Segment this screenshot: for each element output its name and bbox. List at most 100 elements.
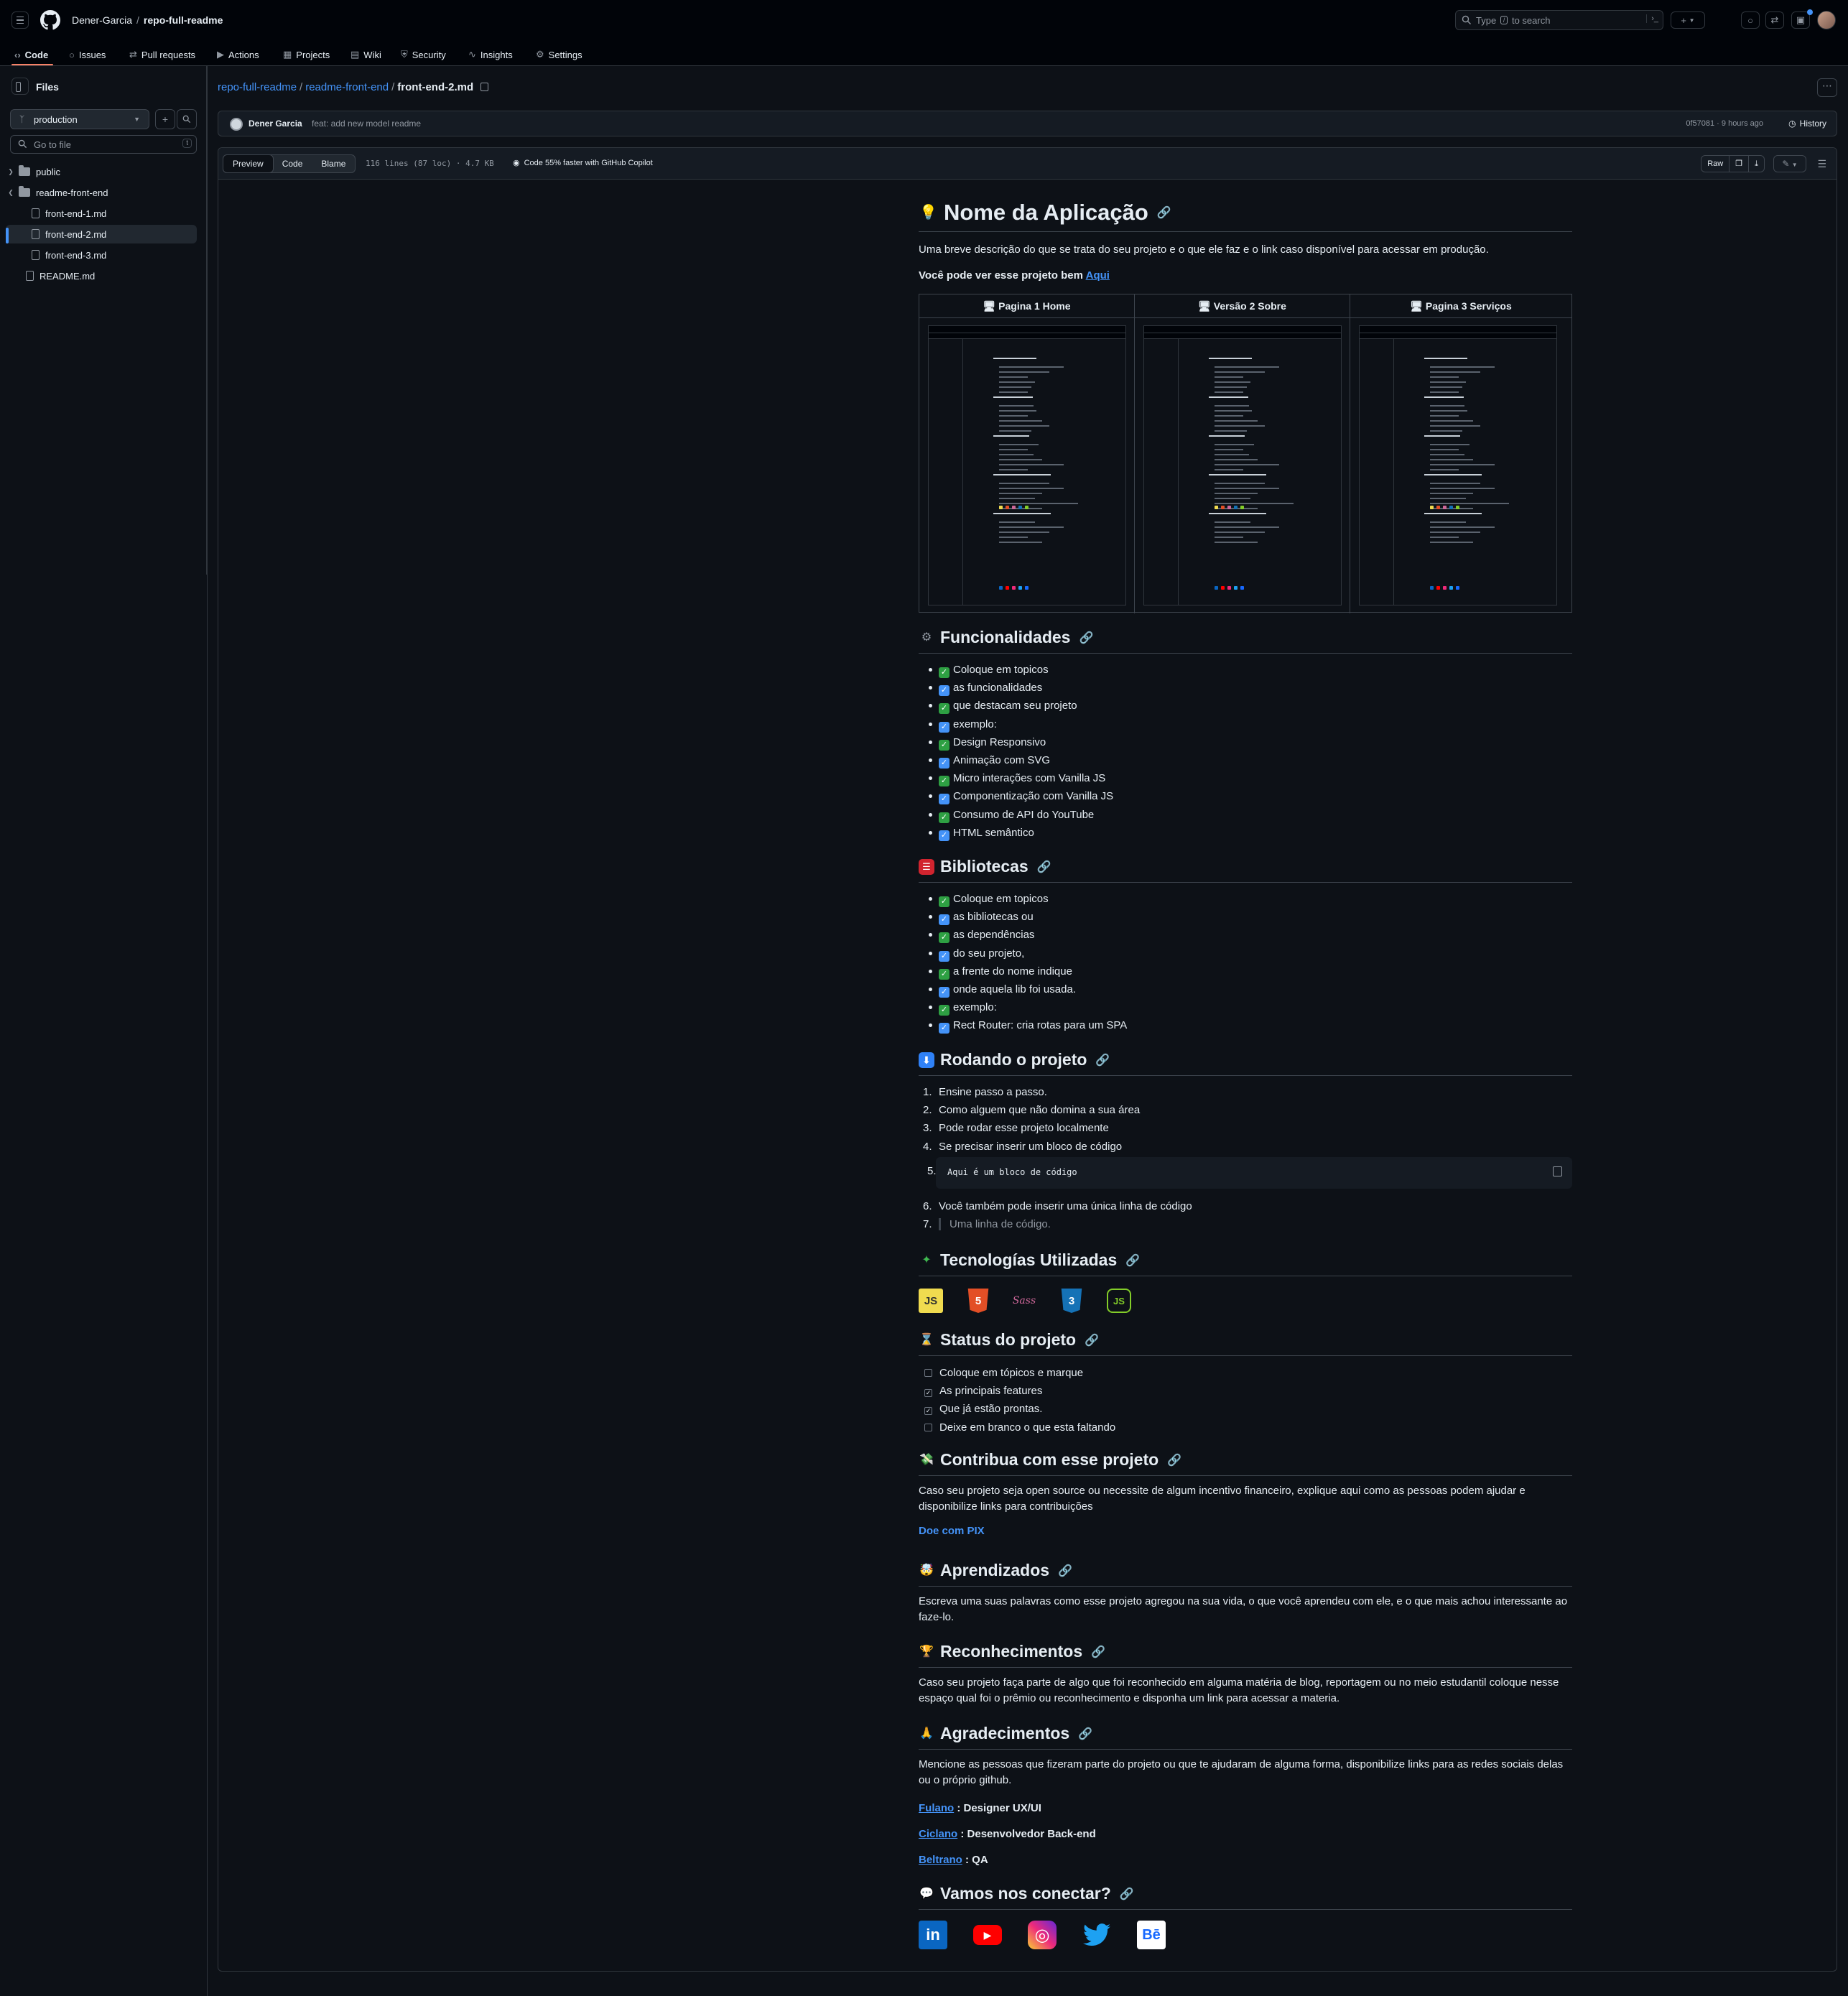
menu-icon[interactable] (11, 11, 29, 29)
tree-file-readme[interactable]: README.md (6, 266, 197, 285)
copilot-label: Code 55% faster with GitHub Copilot (524, 158, 653, 167)
link-icon[interactable]: 🔗 (1095, 1053, 1110, 1067)
copy-path-icon[interactable] (480, 83, 489, 91)
pix-link[interactable]: Doe com PIX (919, 1525, 985, 1537)
sidebar-divider[interactable] (207, 66, 208, 1996)
tab-label: Issues (78, 49, 106, 60)
code-view-button[interactable]: Code (273, 155, 312, 172)
screenshot-image[interactable] (928, 325, 1126, 605)
link-icon[interactable]: 🔗 (1058, 1564, 1072, 1578)
list-item: 4. Se precisar inserir um bloco de código (919, 1138, 1140, 1156)
task-checkbox[interactable] (924, 1423, 932, 1431)
search-input[interactable]: Type / to search ›_ (1455, 10, 1663, 30)
github-logo-icon[interactable] (40, 10, 60, 30)
person-link[interactable]: Beltrano (919, 1854, 962, 1866)
project-link[interactable]: Aqui (1086, 269, 1110, 282)
screenshot-image[interactable] (1143, 325, 1342, 605)
tab-wiki[interactable]: ▤ Wiki (350, 46, 381, 63)
tree-item-label: front-end-1.md (45, 208, 107, 219)
mind-blown-icon: 🤯 (919, 1564, 934, 1577)
tab-settings[interactable]: ⚙ Settings (536, 46, 582, 63)
tab-actions[interactable]: ▶ Actions (217, 46, 259, 63)
person-link[interactable]: Fulano (919, 1802, 954, 1814)
tab-security[interactable]: ⛨ Security (401, 46, 446, 63)
file-toolbar: Preview Code Blame 116 lines (87 loc) · … (218, 148, 1837, 180)
link-icon[interactable]: 🔗 (1079, 631, 1093, 645)
list-item: ✓ HTML semântico (919, 824, 1113, 842)
breadcrumb-dir-link[interactable]: readme-front-end (305, 81, 389, 93)
create-new-button[interactable]: + ▼ (1671, 11, 1705, 29)
download-icon[interactable]: ⤓ (1749, 156, 1764, 172)
screenshot-image[interactable] (1359, 325, 1557, 605)
edit-button[interactable]: ✎ ▼ (1773, 155, 1806, 172)
list-item-text: HTML semântico (953, 826, 1034, 839)
copilot-link[interactable]: ◉ Code 55% faster with GitHub Copilot (513, 158, 653, 168)
raw-button[interactable]: Raw (1701, 156, 1730, 172)
instagram-icon[interactable]: ◎ (1028, 1921, 1057, 1949)
repo-link[interactable]: repo-full-readme (144, 14, 223, 26)
commit-message[interactable]: feat: add new model readme (312, 119, 421, 129)
owner-link[interactable]: Dener-Garcia (72, 14, 132, 26)
search-files-button[interactable] (177, 109, 197, 129)
list-item-text: do seu projeto, (953, 947, 1025, 960)
copy-icon[interactable] (1553, 1166, 1562, 1176)
list-item: ✓ a frente do nome indique (919, 962, 1127, 980)
file-viewer: Preview Code Blame 116 lines (87 loc) · … (218, 147, 1837, 1972)
view-mode-switch: Preview Code Blame (223, 154, 356, 173)
link-icon[interactable]: 🔗 (1157, 205, 1171, 220)
task-item: Coloque em tópicos e marque (919, 1364, 1115, 1382)
link-icon[interactable]: 🔗 (1091, 1645, 1105, 1659)
sidebar-collapse-icon[interactable] (11, 78, 29, 95)
shield-icon: ⛨ (401, 49, 408, 60)
link-icon[interactable]: 🔗 (1078, 1727, 1092, 1741)
commit-meta[interactable]: 0f57081 · 9 hours ago (1686, 119, 1763, 128)
task-checkbox[interactable]: ✓ (924, 1389, 932, 1398)
link-icon[interactable]: 🔗 (1037, 860, 1051, 874)
tab-code[interactable]: ‹› Code (14, 46, 48, 63)
command-palette-icon[interactable]: ›_ (1646, 14, 1658, 23)
tree-folder-public[interactable]: ❯ public (6, 162, 197, 181)
person-link[interactable]: Ciclano (919, 1828, 957, 1840)
list-item-text: onde aquela lib foi usada. (953, 983, 1076, 995)
history-button[interactable]: ◷ History (1788, 119, 1826, 129)
twitter-icon[interactable]: ♦ (1082, 1921, 1111, 1949)
youtube-icon[interactable]: ▶ (973, 1921, 1002, 1949)
commit-author[interactable]: Dener Garcia (249, 119, 302, 129)
branch-selector[interactable]: ᛉ production ▼ (10, 109, 149, 129)
heading-conectar: 💬 Vamos nos conectar? 🔗 (919, 1884, 1572, 1910)
link-icon[interactable]: 🔗 (1125, 1253, 1140, 1268)
active-tab-indicator (11, 64, 53, 65)
breadcrumb-repo-link[interactable]: repo-full-readme (218, 81, 297, 93)
tab-pull-requests[interactable]: ⇄ Pull requests (129, 46, 195, 63)
more-options-icon[interactable]: ⋯ (1817, 78, 1837, 97)
tree-file-front-end-3[interactable]: front-end-3.md (6, 246, 197, 264)
user-avatar[interactable] (1817, 11, 1836, 29)
blame-button[interactable]: Blame (312, 155, 355, 172)
check-mark-icon: ✓ (939, 1005, 949, 1016)
behance-icon[interactable]: Bē (1137, 1921, 1166, 1949)
linkedin-icon[interactable]: in (919, 1921, 947, 1949)
tab-insights[interactable]: ∿ Insights (468, 46, 513, 63)
outline-icon[interactable]: ☰ (1817, 158, 1826, 170)
tab-label: Security (412, 49, 446, 60)
commit-author-avatar[interactable] (230, 118, 243, 131)
tab-label: Settings (548, 49, 582, 60)
pull-requests-icon[interactable]: ⇄ (1765, 11, 1784, 29)
issues-icon[interactable]: ○ (1741, 11, 1760, 29)
tree-folder-readme-front-end[interactable]: ❮ readme-front-end (6, 183, 197, 202)
copy-raw-icon[interactable]: ❐ (1729, 156, 1750, 172)
heading-text: Contribua com esse projeto (940, 1450, 1159, 1469)
tab-projects[interactable]: ▦ Projects (283, 46, 330, 63)
tree-file-front-end-2[interactable]: front-end-2.md (6, 225, 197, 243)
add-file-button[interactable]: + (155, 109, 175, 129)
go-to-file-input[interactable]: Go to file t (10, 135, 197, 154)
link-icon[interactable]: 🔗 (1120, 1887, 1134, 1901)
link-icon[interactable]: 🔗 (1085, 1333, 1099, 1347)
step-number: 1. (923, 1086, 932, 1098)
preview-button[interactable]: Preview (223, 154, 274, 173)
tab-issues[interactable]: ○ Issues (69, 46, 106, 63)
task-checkbox[interactable]: ✓ (924, 1407, 932, 1416)
task-checkbox[interactable] (924, 1369, 932, 1377)
link-icon[interactable]: 🔗 (1167, 1453, 1181, 1467)
tree-file-front-end-1[interactable]: front-end-1.md (6, 204, 197, 223)
